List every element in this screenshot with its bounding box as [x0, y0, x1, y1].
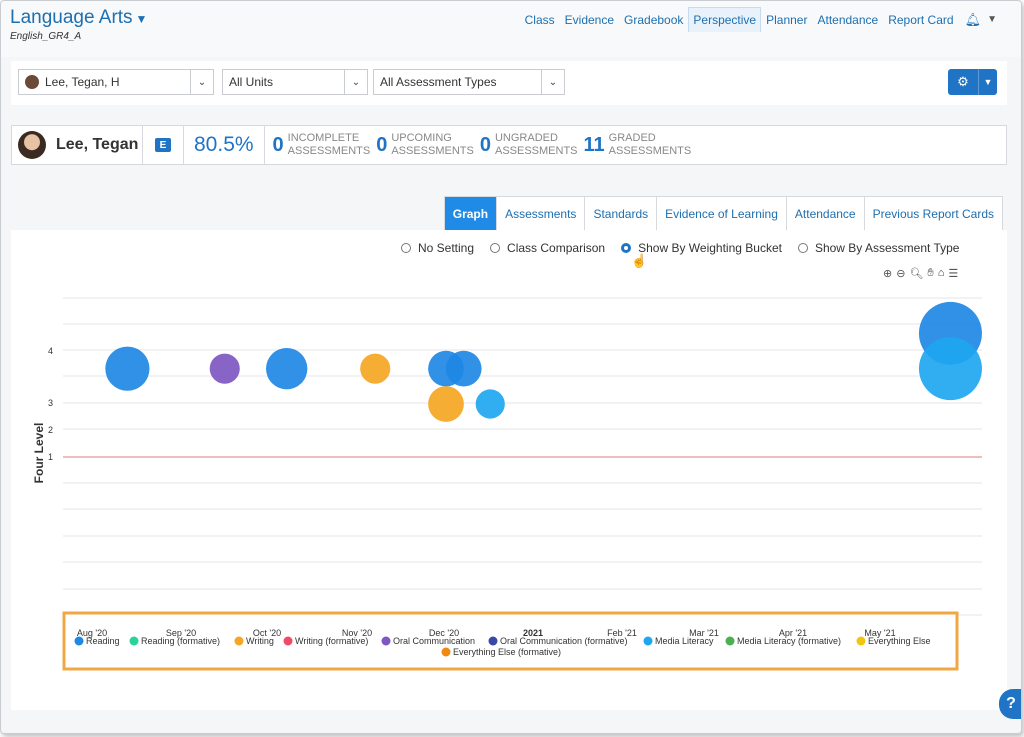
legend-label: Reading	[86, 636, 120, 646]
data-point[interactable]	[918, 337, 982, 401]
y-tick-labels: 4 3 2 1	[48, 346, 53, 462]
legend-item[interactable]: Oral Communication	[381, 636, 476, 646]
legend-marker	[381, 636, 391, 646]
legend-marker	[725, 636, 735, 646]
legend-item[interactable]: Writing (formative)	[283, 636, 369, 646]
data-point[interactable]	[445, 350, 482, 387]
legend-item[interactable]: Writing	[234, 636, 274, 646]
legend-marker	[488, 636, 498, 646]
y-axis-label: Four Level	[32, 423, 46, 484]
data-point[interactable]	[475, 389, 505, 419]
legend-item[interactable]: Reading	[74, 636, 120, 646]
legend-label: Everything Else (formative)	[453, 647, 561, 657]
legend-item[interactable]: Oral Communication (formative)	[488, 636, 628, 646]
help-button[interactable]: ?	[999, 689, 1021, 719]
legend-label: Oral Communication (formative)	[500, 636, 628, 646]
data-point[interactable]	[266, 347, 308, 390]
legend-item[interactable]: Everything Else (formative)	[441, 647, 562, 657]
legend-marker	[74, 636, 84, 646]
data-point[interactable]	[428, 386, 464, 422]
legend-item[interactable]: Everything Else	[856, 636, 931, 646]
legend-label: Media Literacy	[655, 636, 714, 646]
legend-label: Writing	[246, 636, 274, 646]
data-point[interactable]	[209, 353, 240, 384]
data-point[interactable]	[105, 346, 150, 391]
legend-item[interactable]: Media Literacy (formative)	[725, 636, 842, 646]
app-window: Language Arts ▼ English_GR4_A Class Evide…	[0, 0, 1022, 734]
legend-item[interactable]: Reading (formative)	[129, 636, 221, 646]
y-tick-label: 2	[48, 425, 53, 435]
data-point[interactable]	[360, 353, 391, 384]
legend-marker	[283, 636, 293, 646]
legend-label: Reading (formative)	[141, 636, 220, 646]
legend-item[interactable]: Media Literacy	[643, 636, 715, 646]
legend-marker	[643, 636, 653, 646]
legend-label: Oral Communication	[393, 636, 475, 646]
legend-marker	[441, 647, 451, 657]
legend-label: Everything Else	[868, 636, 931, 646]
y-tick-label: 1	[48, 452, 53, 462]
chart-grid	[63, 297, 982, 616]
legend-label: Media Literacy (formative)	[737, 636, 841, 646]
legend-label: Writing (formative)	[295, 636, 368, 646]
y-tick-label: 4	[48, 346, 53, 356]
data-points	[105, 301, 982, 647]
y-tick-label: 3	[48, 398, 53, 408]
legend-marker	[129, 636, 139, 646]
legend-marker	[856, 636, 866, 646]
legend-marker	[234, 636, 244, 646]
bubble-chart: Four Level 4321 Aug '20 Sep '20 Oct '20 Nov…	[32, 297, 982, 671]
